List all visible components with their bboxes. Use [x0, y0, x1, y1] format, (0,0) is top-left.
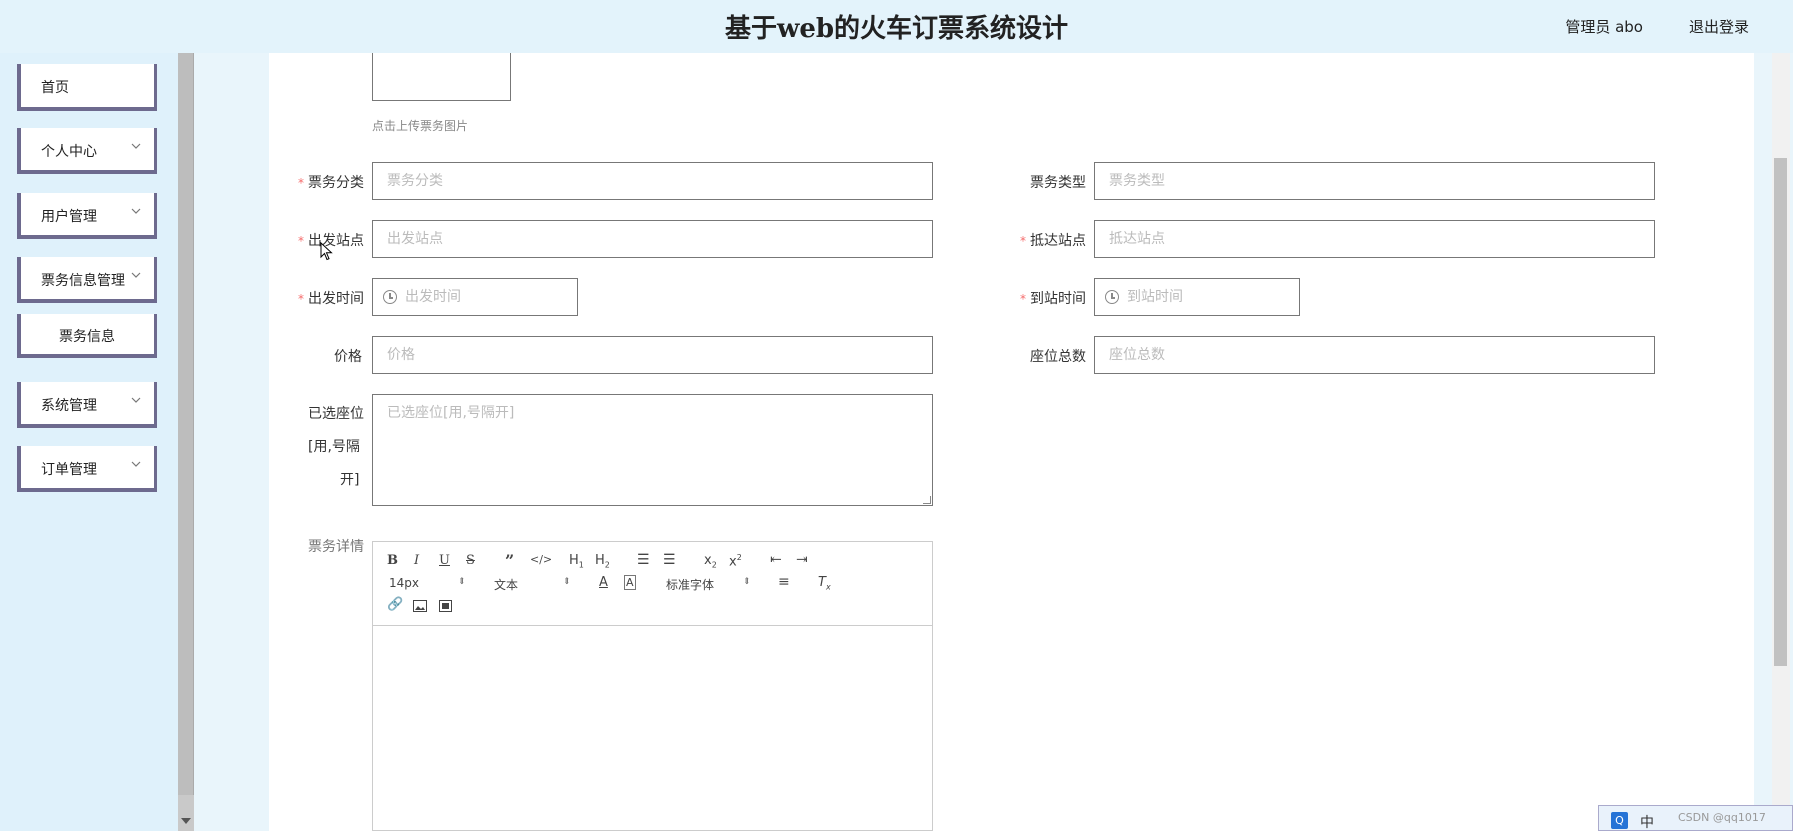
selected-seats-label-line2: [用,号隔	[308, 439, 360, 455]
select-arrows-icon: ⇕	[743, 577, 751, 587]
selected-seats-label-line3: 开]	[340, 472, 360, 488]
font-family-value: 标准字体	[666, 578, 715, 592]
chevron-down-icon	[131, 397, 141, 403]
bullet-list-icon[interactable]: ☰	[663, 552, 676, 568]
sidebar-item-label: 系统管理	[41, 398, 97, 414]
image-icon[interactable]	[413, 600, 427, 612]
arrive-time-picker[interactable]: 到站时间	[1094, 278, 1300, 316]
from-input[interactable]: 出发站点	[372, 220, 933, 258]
block-type-select[interactable]: 文本	[494, 576, 518, 593]
chevron-down-icon	[131, 461, 141, 467]
superscript-icon[interactable]: x2	[729, 553, 742, 569]
sidebar-item-label: 首页	[41, 80, 69, 96]
logout-link[interactable]: 退出登录	[1689, 16, 1749, 37]
link-icon[interactable]: 🔗	[387, 597, 403, 612]
user-info: 管理员 abo	[1565, 18, 1643, 36]
to-label: * 抵达站点	[1020, 233, 1086, 249]
sidebar-item-label: 用户管理	[41, 209, 97, 225]
code-icon[interactable]: </>	[530, 553, 552, 566]
app-title: 基于web的火车订票系统设计	[724, 14, 1069, 44]
font-size-value: 14px	[389, 576, 419, 590]
category-input[interactable]: 票务分类	[372, 162, 933, 200]
selected-seats-placeholder: 已选座位[用,号隔开]	[387, 405, 515, 421]
bold-icon[interactable]: B	[387, 553, 398, 568]
seats-input[interactable]: 座位总数	[1094, 336, 1655, 374]
indent-icon[interactable]: ⇥	[796, 552, 808, 568]
italic-icon[interactable]: I	[414, 553, 419, 568]
page-scroll-thumb[interactable]	[1774, 158, 1787, 666]
sidebar-item-label: 个人中心	[41, 144, 97, 160]
image-upload-box[interactable]	[372, 53, 511, 101]
outdent-icon[interactable]: ⇤	[770, 552, 782, 568]
font-size-select[interactable]: 14px	[389, 576, 419, 590]
depart-time-label: * 出发时间	[298, 291, 364, 307]
sidebar-item-ticket-management[interactable]: 票务信息管理	[17, 257, 157, 303]
select-arrows-icon: ⇕	[563, 577, 571, 587]
strikethrough-icon[interactable]: S	[466, 553, 475, 568]
selected-seats-textarea[interactable]: 已选座位[用,号隔开]	[372, 394, 933, 506]
block-type-value: 文本	[494, 578, 519, 592]
chevron-down-icon	[131, 272, 141, 278]
arrive-time-label: * 到站时间	[1020, 291, 1086, 307]
sidebar-scroll-thumb[interactable]	[178, 53, 194, 795]
clock-icon	[383, 290, 397, 304]
video-icon[interactable]	[439, 600, 452, 612]
heading2-icon[interactable]: H2	[595, 553, 610, 570]
header: 基于web的火车订票系统设计 管理员 abo 退出登录	[0, 0, 1793, 53]
input-method-indicator[interactable]: 中	[1640, 812, 1654, 831]
subscript-icon[interactable]: x2	[704, 553, 717, 570]
underline-icon[interactable]: U	[439, 553, 450, 568]
select-arrows-icon: ⇕	[458, 577, 466, 587]
type-input[interactable]: 票务类型	[1094, 162, 1655, 200]
tray-q-icon[interactable]: Q	[1611, 812, 1628, 829]
background-color-icon[interactable]: A	[624, 575, 636, 590]
resize-handle-icon[interactable]	[923, 496, 931, 504]
sidebar-item-users[interactable]: 用户管理	[17, 193, 157, 239]
upload-hint: 点击上传票务图片	[372, 119, 469, 133]
price-input[interactable]: 价格	[372, 336, 933, 374]
selected-seats-label-line1: 已选座位	[308, 406, 364, 422]
font-color-icon[interactable]: A	[599, 575, 608, 590]
clear-format-icon[interactable]: Tx	[818, 575, 831, 592]
sidebar-item-ticket-info[interactable]: 票务信息	[17, 314, 157, 358]
sidebar-item-label: 票务信息管理	[41, 273, 125, 289]
clock-icon	[1105, 290, 1119, 304]
ordered-list-icon[interactable]: ☰	[637, 552, 650, 568]
align-icon[interactable]: ≡	[778, 574, 790, 590]
mouse-cursor-icon	[320, 242, 333, 261]
rich-text-editor[interactable]: B I U S ” </> H1 H2 ☰ ☰ x2 x2 ⇤ ⇥ 14px ⇕…	[372, 541, 933, 831]
scroll-down-arrow-icon[interactable]	[181, 818, 191, 824]
chevron-down-icon	[131, 208, 141, 214]
details-label: 票务详情	[308, 539, 364, 555]
depart-time-picker[interactable]: 出发时间	[372, 278, 578, 316]
arrive-time-placeholder: 到站时间	[1127, 289, 1183, 305]
sidebar-item-home[interactable]: 首页	[17, 64, 157, 111]
sidebar-item-system[interactable]: 系统管理	[17, 382, 157, 428]
chevron-down-icon	[131, 143, 141, 149]
font-family-select[interactable]: 标准字体	[666, 576, 714, 593]
blockquote-icon[interactable]: ”	[505, 551, 514, 570]
type-label: 票务类型	[1030, 175, 1086, 191]
category-label: * 票务分类	[298, 175, 364, 191]
seats-label: 座位总数	[1030, 349, 1086, 365]
watermark: CSDN @qq1017	[1678, 811, 1766, 824]
sidebar-item-label: 票务信息	[59, 329, 115, 345]
editor-toolbar: B I U S ” </> H1 H2 ☰ ☰ x2 x2 ⇤ ⇥ 14px ⇕…	[373, 542, 932, 626]
to-input[interactable]: 抵达站点	[1094, 220, 1655, 258]
price-label: 价格	[334, 349, 362, 365]
sidebar-item-orders[interactable]: 订单管理	[17, 446, 157, 492]
heading1-icon[interactable]: H1	[569, 553, 584, 570]
sidebar-item-label: 订单管理	[41, 462, 97, 478]
sidebar-item-personal[interactable]: 个人中心	[17, 128, 157, 174]
depart-time-placeholder: 出发时间	[405, 289, 461, 305]
